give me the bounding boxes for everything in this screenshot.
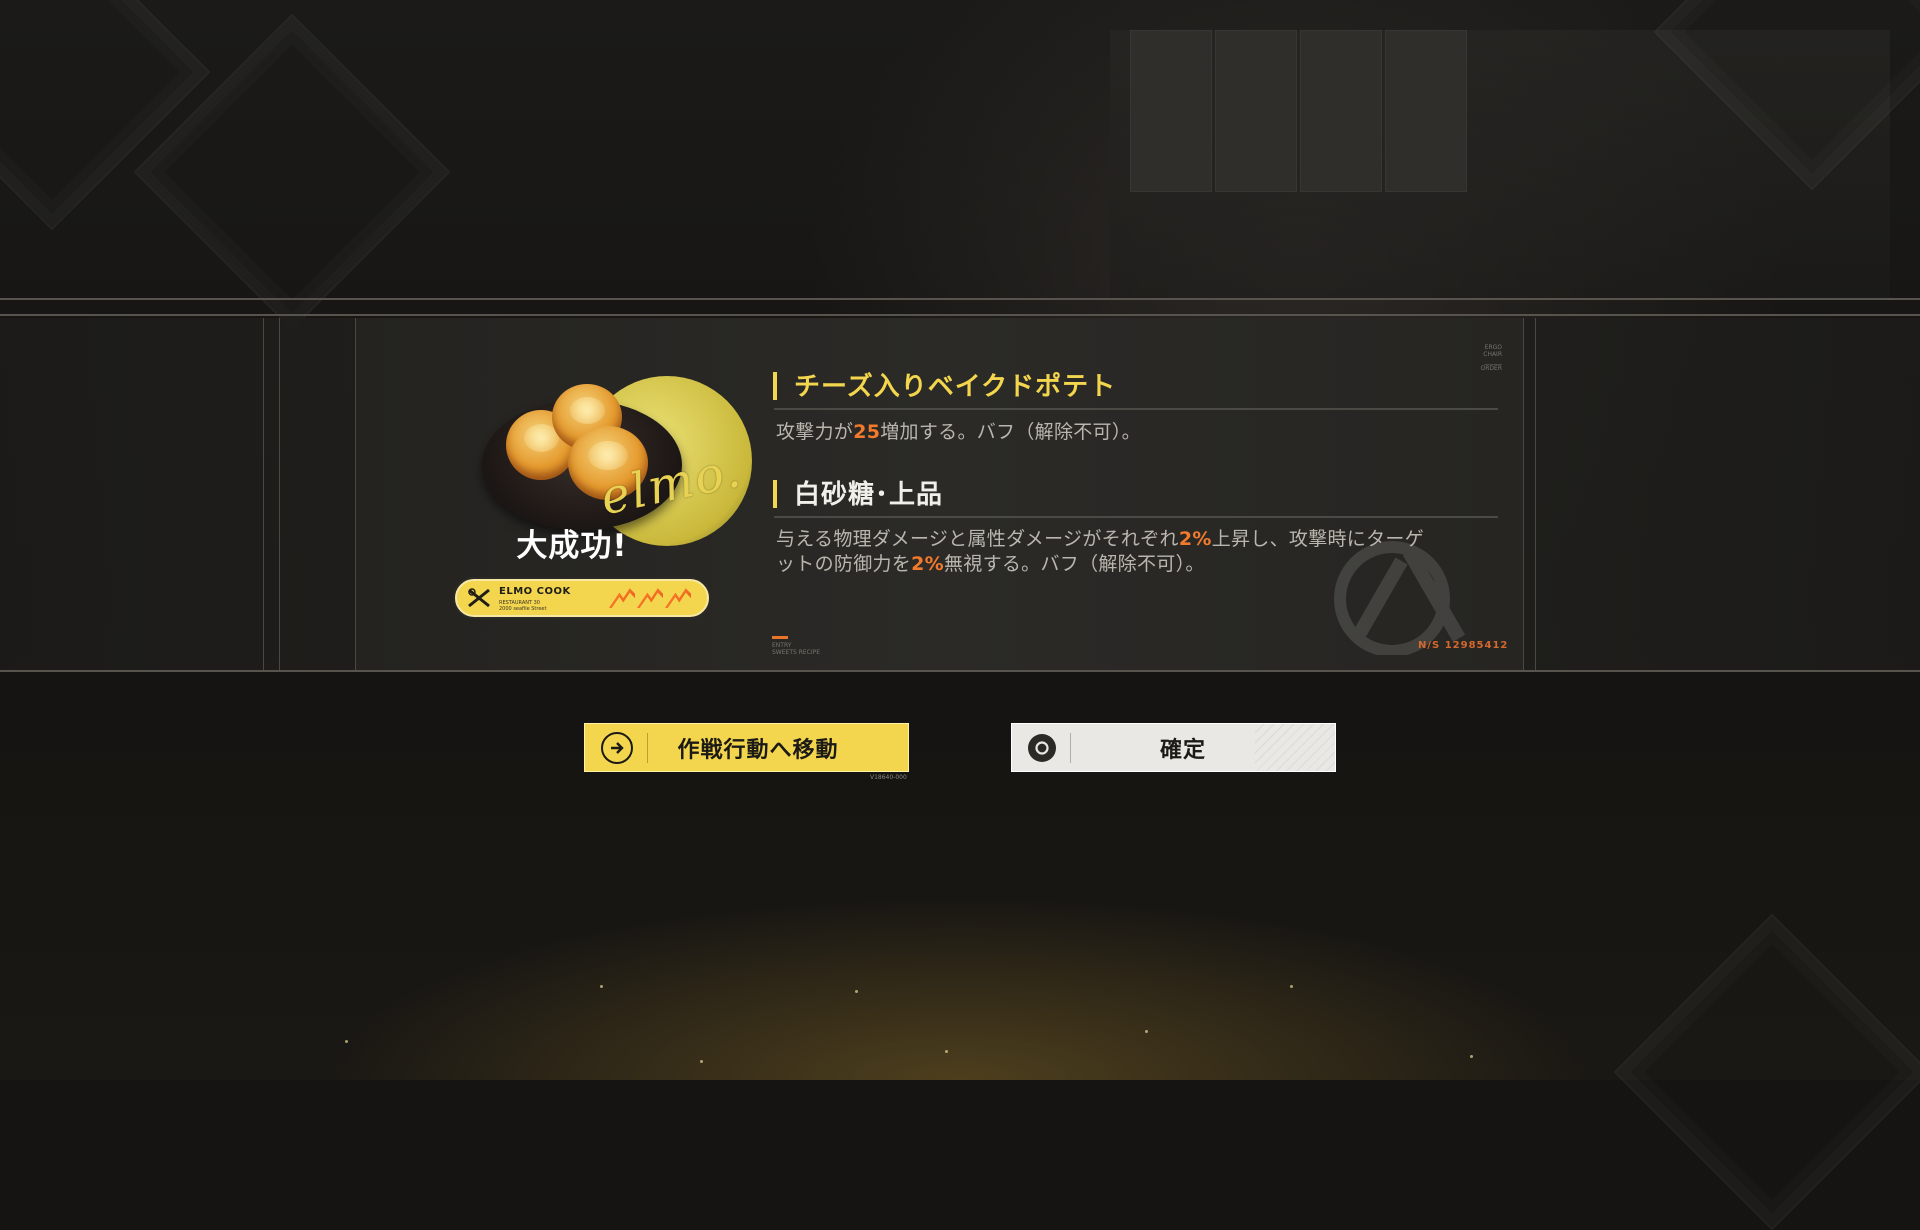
- desc-text: 増加する。バフ（解除不可）。: [880, 421, 1141, 443]
- effect-description: 与える物理ダメージと属性ダメージがそれぞれ2%上昇し、攻撃時にターゲ ットの防御…: [776, 527, 1424, 577]
- effect-divider: [774, 516, 1498, 518]
- background-cabinet: [1130, 30, 1212, 192]
- badge-subtitle-line: 2000 seafile Street: [499, 606, 547, 612]
- background-cabinet: [1215, 30, 1297, 192]
- dust-particle: [600, 985, 603, 988]
- elmo-cook-badge: ELMO COOK RESTAURANT 30 2000 seafile Str…: [455, 579, 709, 617]
- desc-line: ットの防御力を2%無視する。バフ（解除不可）。: [776, 552, 1424, 577]
- dust-particle: [855, 990, 858, 993]
- cooking-result-text: 大成功!: [516, 528, 628, 564]
- serial-number: N/S 12985412: [1418, 640, 1509, 651]
- arrow-right-circle-icon: [601, 731, 633, 764]
- dust-particle: [945, 1050, 948, 1053]
- badge-subtitle: RESTAURANT 30 2000 seafile Street: [499, 600, 579, 612]
- go-to-operation-button[interactable]: 作戦行動へ移動: [584, 723, 909, 772]
- small-caption-line: ENTRY: [772, 642, 792, 649]
- desc-highlight-value: 2%: [911, 553, 944, 575]
- effect-title-bar: [773, 372, 777, 400]
- panel-top-border: [0, 298, 1920, 300]
- orange-dash-mark: [772, 636, 788, 639]
- rank-arrow-icon: [637, 588, 663, 608]
- dust-particle: [345, 1040, 348, 1043]
- confirm-button-label: 確定: [1159, 737, 1206, 763]
- desc-text: 与える物理ダメージと属性ダメージがそれぞれ: [776, 528, 1179, 550]
- dust-particle: [1145, 1030, 1148, 1033]
- desc-highlight-value: 2%: [1178, 528, 1212, 550]
- panel-divider: [1523, 318, 1524, 672]
- dust-particle: [1470, 1055, 1473, 1058]
- panel-top-border-inner: [0, 314, 1920, 316]
- dust-particle: [1290, 985, 1293, 988]
- panel-divider: [263, 318, 264, 672]
- rank-arrow-icon: [665, 588, 691, 608]
- desc-text: ットの防御力を: [776, 553, 912, 575]
- button-code: V18640-000: [870, 774, 907, 781]
- desc-line: 与える物理ダメージと属性ダメージがそれぞれ2%上昇し、攻撃時にターゲ: [776, 527, 1424, 552]
- dust-particle: [700, 1060, 703, 1063]
- corner-note-line: ERGO CHAIR: [1483, 344, 1502, 358]
- effect-title: チーズ入りベイクドポテト: [794, 372, 1117, 402]
- background-cabinet: [1385, 30, 1467, 192]
- badge-title: ELMO COOK: [499, 586, 571, 597]
- panel-divider: [279, 318, 280, 672]
- background-cabinet: [1300, 30, 1382, 192]
- panel-divider: [1535, 318, 1536, 672]
- corner-note: ERGO CHAIR ______ ORDER: [1466, 344, 1502, 372]
- desc-highlight-value: 25: [853, 421, 881, 443]
- panel-bottom-border: [0, 670, 1920, 672]
- rank-arrow-icon: [609, 588, 635, 608]
- effect-title: 白砂糖･上品: [794, 480, 944, 510]
- go-button-label: 作戦行動へ移動: [677, 737, 839, 763]
- desc-text: 攻撃力が: [776, 421, 854, 443]
- panel-divider: [355, 318, 356, 672]
- utensils-icon: [468, 588, 490, 608]
- effect-description: 攻撃力が25増加する。バフ（解除不可）。: [776, 420, 1141, 445]
- desc-text: 上昇し、攻撃時にターゲ: [1211, 528, 1425, 550]
- circle-target-icon: [1028, 733, 1056, 762]
- desc-text: 無視する。バフ（解除不可）。: [943, 553, 1205, 575]
- rank-arrows: [609, 586, 691, 608]
- small-caption: ENTRY SWEETS RECIPE: [772, 642, 820, 656]
- small-caption-line: SWEETS RECIPE: [772, 649, 821, 656]
- confirm-button[interactable]: 確定: [1011, 723, 1336, 772]
- effect-title-bar: [773, 480, 777, 508]
- effect-divider: [774, 408, 1498, 410]
- corner-note-line: ______ ORDER: [1480, 358, 1502, 372]
